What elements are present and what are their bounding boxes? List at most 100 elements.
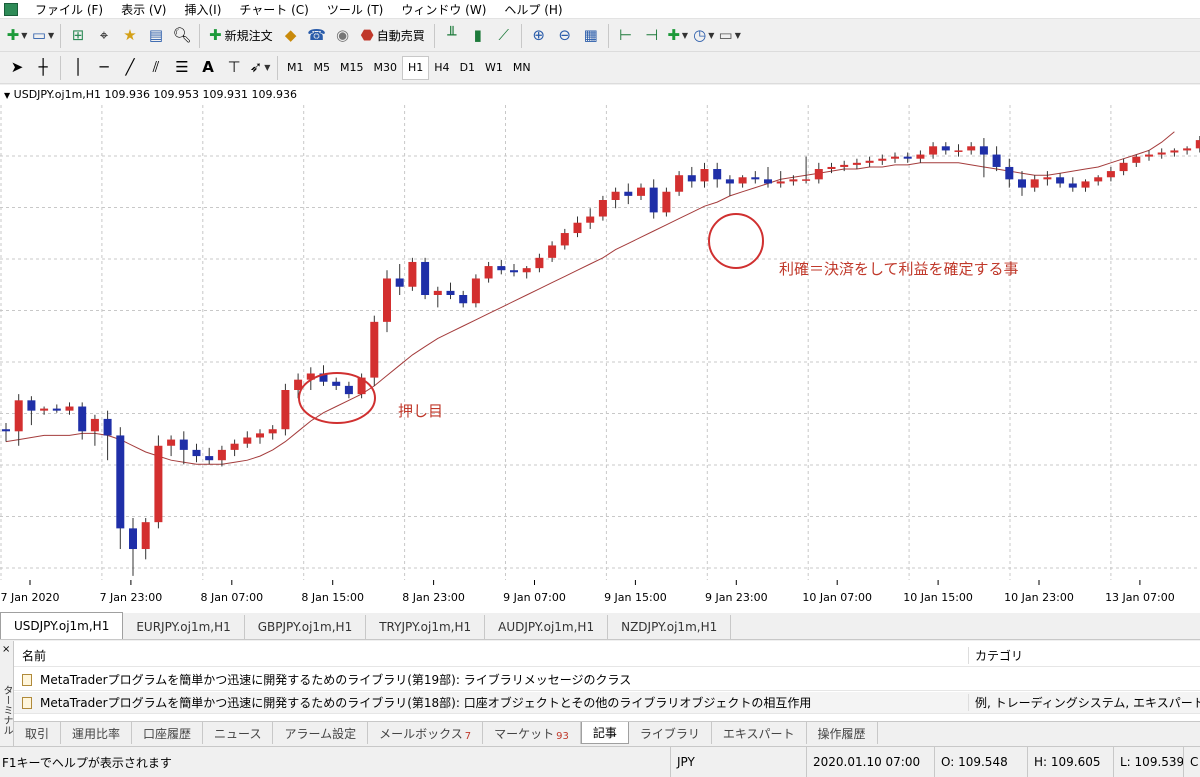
arrows-button[interactable]: ➶ ▼ (248, 55, 272, 81)
chart-tab-audjpy[interactable]: AUDJPY.oj1m,H1 (485, 615, 609, 639)
column-header-category[interactable]: カテゴリ (968, 647, 1200, 664)
article-row[interactable]: MetaTraderプログラムを簡単かつ迅速に開発するためのライブラリ(第18部… (14, 692, 1200, 714)
chart-grid (0, 105, 1200, 580)
candle-body (789, 179, 798, 182)
candlestick-button[interactable]: ▮ (466, 23, 490, 49)
navigator-button[interactable]: ★ (118, 23, 142, 49)
candle (1068, 177, 1077, 192)
chart-tab-eurjpy[interactable]: EURJPY.oj1m,H1 (123, 615, 245, 639)
bar-chart-button[interactable]: ╨ (440, 23, 464, 49)
period-m1[interactable]: M1 (282, 56, 309, 80)
metaeditor-button[interactable]: ◆ (279, 23, 303, 49)
candle (383, 270, 391, 333)
tab-market[interactable]: マーケット 93 (483, 722, 581, 744)
candle (154, 435, 163, 529)
candle-body (510, 270, 518, 273)
x-tick-label: 7 Jan 2020 (1, 591, 60, 604)
vertical-line-button[interactable]: │ (66, 55, 90, 81)
chart-shift-button[interactable]: ⊢ (614, 23, 638, 49)
tab-journal[interactable]: 操作履歴 (807, 722, 878, 744)
candle (903, 152, 912, 163)
fibonacci-button[interactable]: ☰ (170, 55, 194, 81)
strategy-tester-button[interactable]: 🔍︎ (170, 23, 194, 49)
candlestick-icon: ▮ (473, 26, 482, 44)
chart-tab-usdjpy[interactable]: USDJPY.oj1m,H1 (0, 612, 124, 639)
auto-scroll-button[interactable]: ⊣ (640, 23, 664, 49)
community-button[interactable]: ◉ (331, 23, 355, 49)
tab-label: アラーム設定 (284, 726, 357, 741)
chart-tab-tryjpy[interactable]: TRYJPY.oj1m,H1 (366, 615, 486, 639)
tab-exposure[interactable]: 運用比率 (61, 722, 133, 744)
signals-button[interactable]: ☎ (305, 23, 329, 49)
candle-body (1005, 166, 1014, 180)
candle-body (1106, 171, 1115, 178)
status-low: L: 109.539 (1113, 746, 1184, 777)
article-row[interactable]: MetaTraderプログラムを簡単かつ迅速に開発するためのライブラリ(第19部… (14, 669, 1200, 691)
templates-button[interactable]: ▭ ▼ (718, 23, 742, 49)
period-h4[interactable]: H4 (429, 56, 454, 80)
trendline-button[interactable]: ╱ (118, 55, 142, 81)
tab-account-history[interactable]: 口座履歴 (132, 722, 204, 744)
tile-windows-button[interactable]: ▦ (579, 23, 603, 49)
tab-mailbox[interactable]: メールボックス 7 (368, 722, 484, 744)
new-chart-button[interactable]: ✚ ▼ (5, 23, 29, 49)
metaeditor-icon: ◆ (284, 26, 297, 44)
cursor-button[interactable]: ➤ (5, 55, 29, 81)
profiles-button[interactable]: ▭ ▼ (31, 23, 55, 49)
new-order-button[interactable]: ✚ 新規注文 (205, 23, 277, 49)
period-mn[interactable]: MN (508, 56, 536, 80)
menu-chart[interactable]: チャート (C) (230, 1, 317, 18)
text-label-button[interactable]: ⊤ (222, 55, 246, 81)
chart-tab-nzdjpy[interactable]: NZDJPY.oj1m,H1 (608, 615, 732, 639)
period-w1[interactable]: W1 (480, 56, 508, 80)
menu-help[interactable]: ヘルプ (H) (495, 1, 571, 18)
x-tick-label: 8 Jan 23:00 (402, 591, 465, 604)
chart-window[interactable]: 7 Jan 2020 7 Jan 23:00 8 Jan 07:00 8 Jan 15… (0, 85, 1200, 613)
period-m30[interactable]: M30 (369, 56, 403, 80)
x-tick-label: 9 Jan 15:00 (604, 591, 667, 604)
candle (243, 431, 252, 448)
candle-body (865, 160, 874, 163)
chevron-down-icon: ▼ (264, 63, 271, 72)
crosshair-button[interactable]: ┼ (31, 55, 55, 81)
data-window-button[interactable]: ⌖ (92, 23, 116, 49)
candle-body (421, 261, 430, 295)
zoom-out-button[interactable]: ⊖ (553, 23, 577, 49)
candle-body (281, 390, 290, 430)
period-m15[interactable]: M15 (335, 56, 369, 80)
candle (598, 195, 607, 221)
chart-tab-gbpjpy[interactable]: GBPJPY.oj1m,H1 (245, 615, 367, 639)
period-m5[interactable]: M5 (309, 56, 336, 80)
candle (344, 381, 353, 399)
candle-body (992, 154, 1001, 167)
period-d1[interactable]: D1 (455, 56, 480, 80)
candle-body (573, 222, 582, 234)
tab-library[interactable]: ライブラリ (629, 722, 712, 744)
line-chart-button[interactable]: ⟋ (492, 23, 516, 49)
periods-button[interactable]: ◷ ▼ (692, 23, 716, 49)
column-header-name[interactable]: 名前 (14, 647, 968, 664)
equidistant-channel-button[interactable]: ⫽ (144, 55, 168, 81)
menu-window[interactable]: ウィンドウ (W) (392, 1, 495, 18)
tab-news[interactable]: ニュース (203, 722, 274, 744)
menu-view[interactable]: 表示 (V) (112, 1, 175, 18)
close-icon[interactable]: × (2, 644, 10, 655)
auto-trading-button[interactable]: ⬣ 自動売買 (357, 23, 429, 49)
tab-articles[interactable]: 記事 (580, 722, 629, 744)
horizontal-line-button[interactable]: ─ (92, 55, 116, 81)
articles-list: 名前 カテゴリ MetaTraderプログラムを簡単かつ迅速に開発するためのライ… (14, 641, 1200, 721)
menu-insert[interactable]: 挿入(I) (175, 1, 230, 18)
menu-tools[interactable]: ツール (T) (318, 1, 393, 18)
tab-alerts[interactable]: アラーム設定 (273, 722, 369, 744)
market-watch-button[interactable]: ⊞ (66, 23, 90, 49)
tab-trade[interactable]: 取引 (14, 722, 62, 744)
menu-file[interactable]: ファイル (F) (26, 1, 112, 18)
text-button[interactable]: A (196, 55, 220, 81)
price-chart[interactable]: 7 Jan 2020 7 Jan 23:00 8 Jan 07:00 8 Jan 15… (0, 85, 1200, 613)
indicators-button[interactable]: ✚ ▼ (666, 23, 690, 49)
terminal-button[interactable]: ▤ (144, 23, 168, 49)
zoom-in-button[interactable]: ⊕ (527, 23, 551, 49)
candle-body (1094, 177, 1103, 182)
period-h1[interactable]: H1 (402, 55, 430, 80)
tab-experts[interactable]: エキスパート (712, 722, 807, 744)
